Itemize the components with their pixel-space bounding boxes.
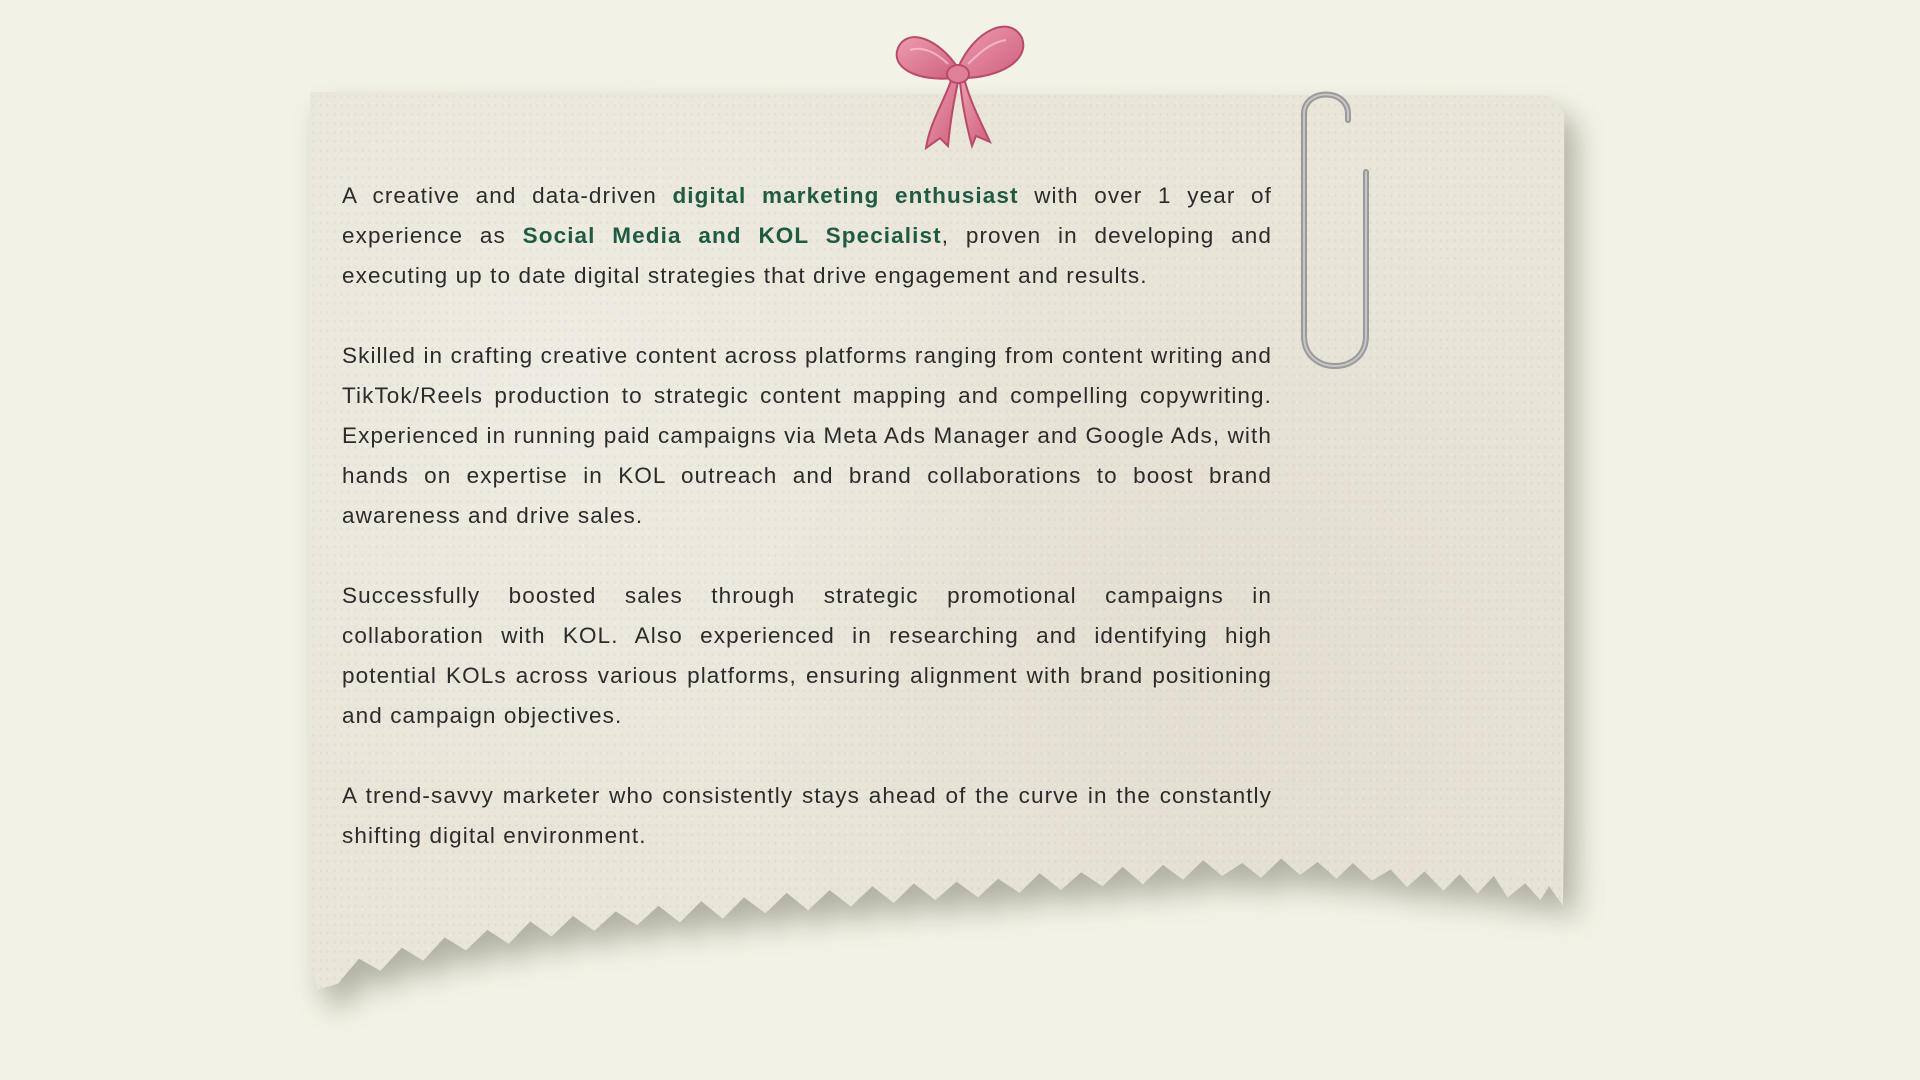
paragraph-text: A trend-savvy marketer who consistently … bbox=[342, 783, 1272, 848]
bio-paragraph: Successfully boosted sales through strat… bbox=[342, 576, 1272, 736]
ribbon-bow-icon bbox=[895, 25, 1025, 151]
paragraph-text: Successfully boosted sales through strat… bbox=[342, 583, 1272, 728]
paperclip-icon bbox=[1301, 91, 1369, 369]
bio-paragraph: A creative and data-driven digital marke… bbox=[342, 176, 1272, 296]
bio-paragraph: Skilled in crafting creative content acr… bbox=[342, 336, 1272, 536]
bio-paragraph: A trend-savvy marketer who consistently … bbox=[342, 776, 1272, 856]
bio-text-block: A creative and data-driven digital marke… bbox=[342, 176, 1272, 896]
highlight-phrase: Social Media and KOL Specialist bbox=[522, 223, 942, 248]
paragraph-text: A creative and data-driven bbox=[342, 183, 673, 208]
page: A creative and data-driven digital marke… bbox=[0, 0, 1920, 1080]
highlight-phrase: digital marketing enthusiast bbox=[672, 183, 1019, 208]
paragraph-text: Skilled in crafting creative content acr… bbox=[342, 343, 1272, 528]
